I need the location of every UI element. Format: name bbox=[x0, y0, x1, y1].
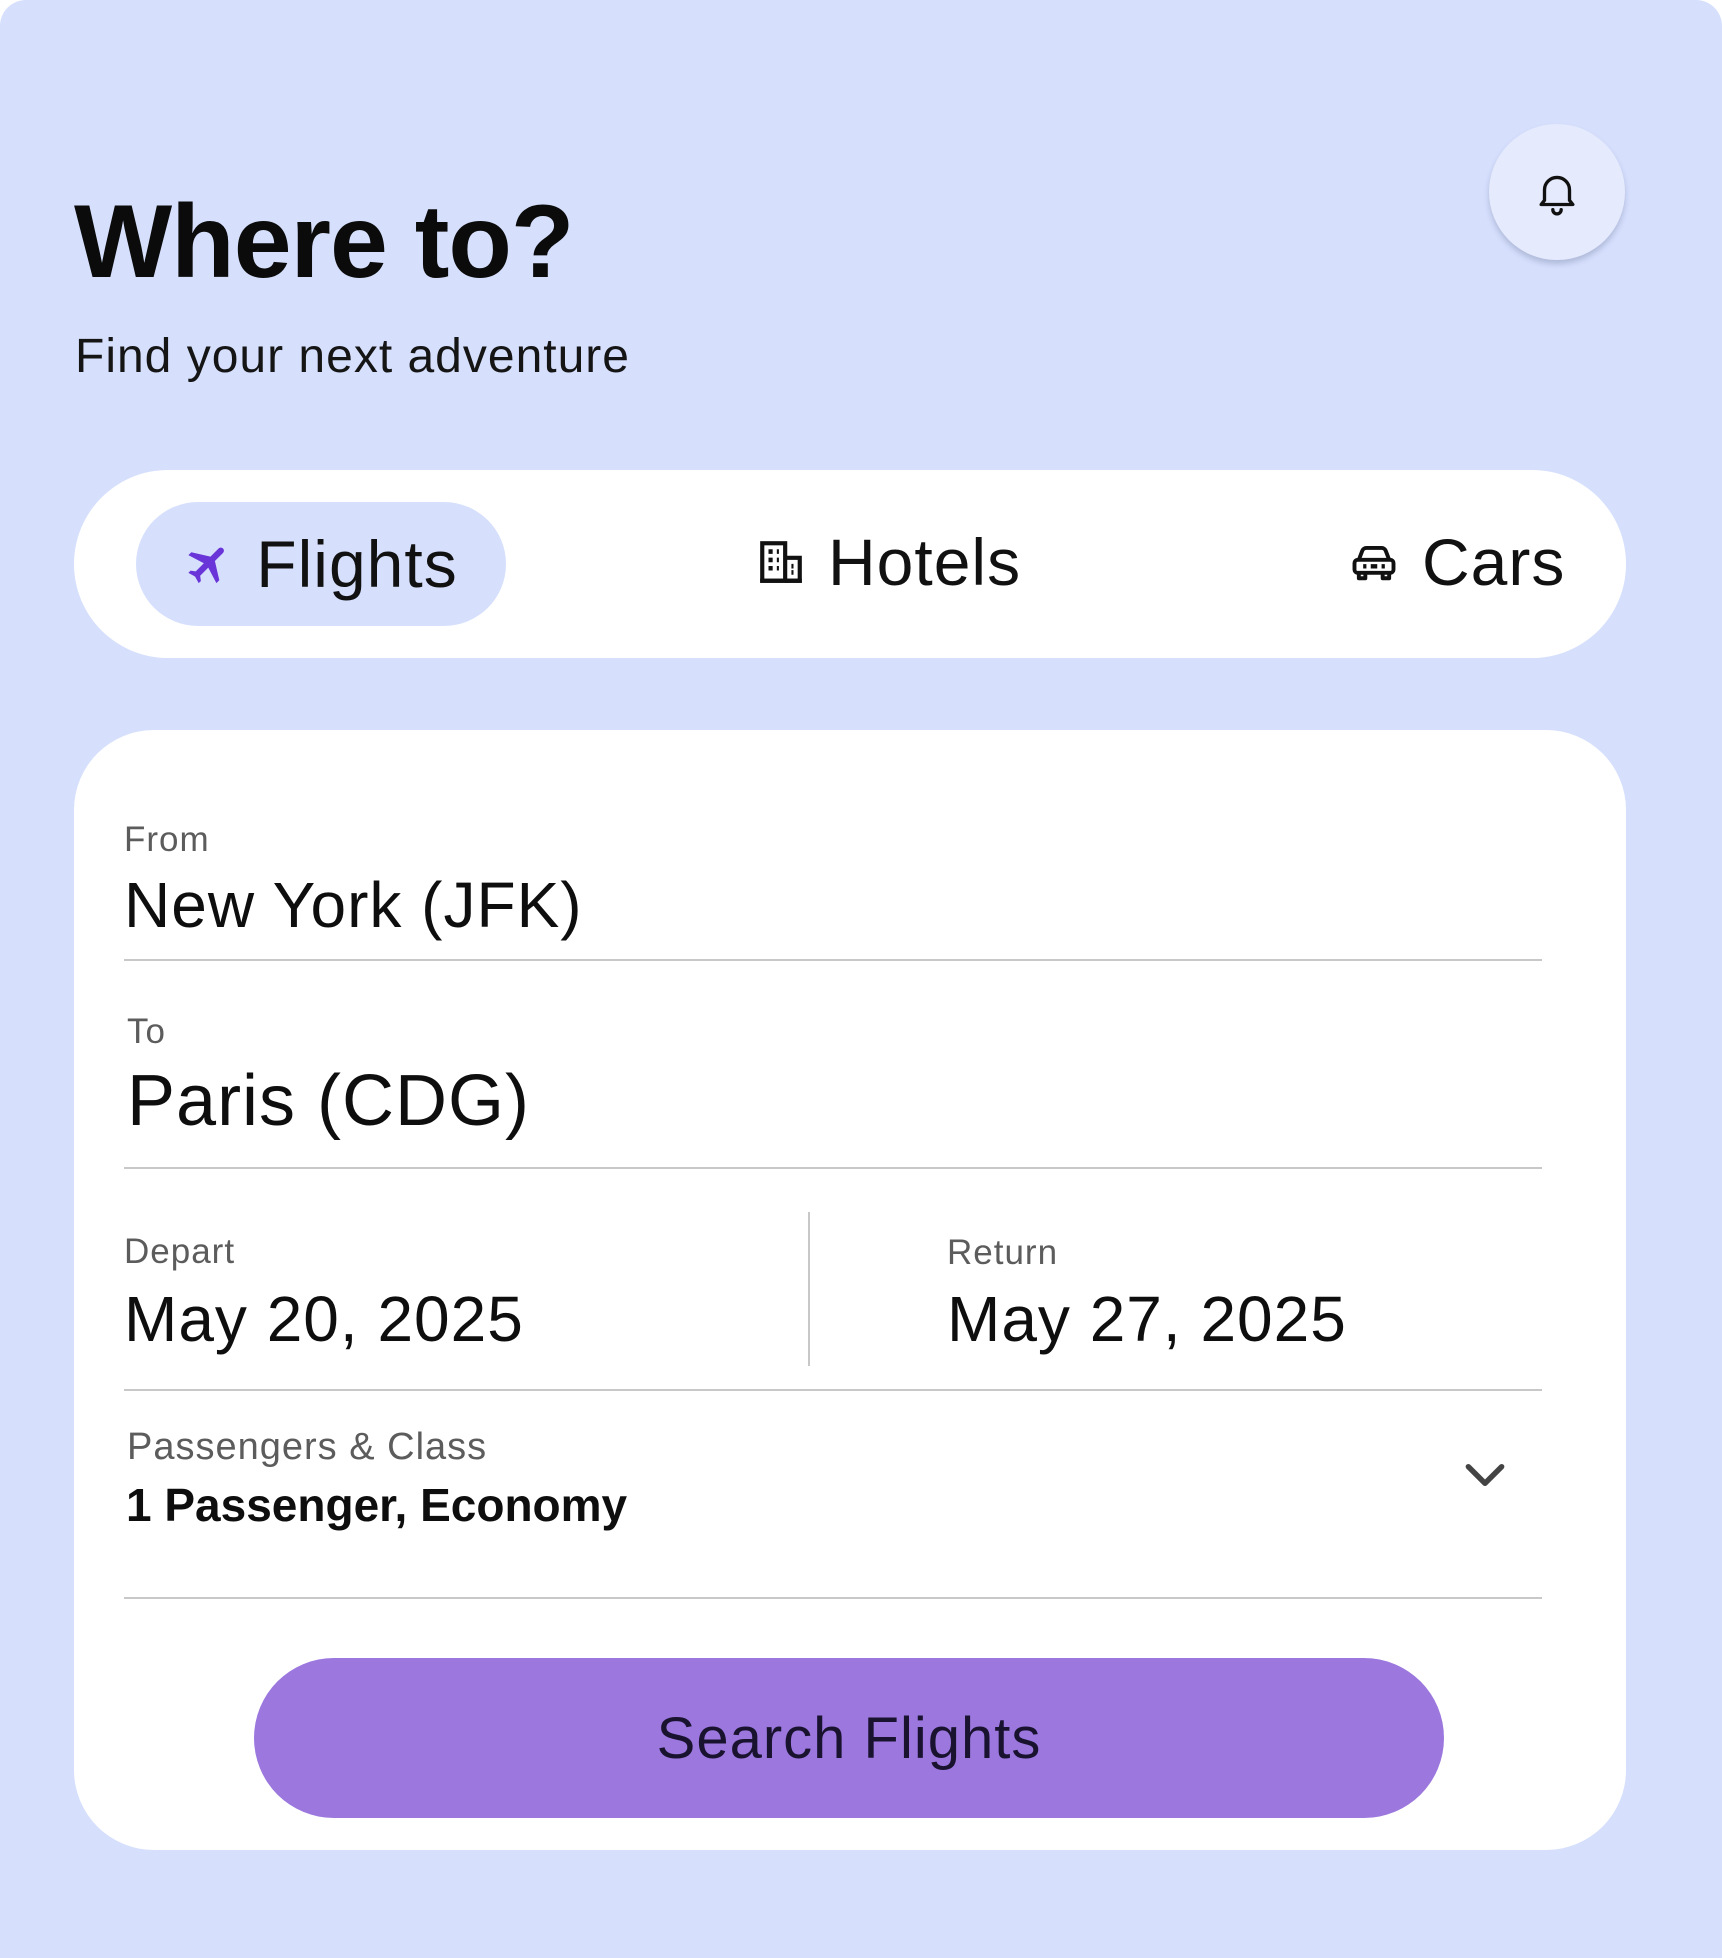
divider bbox=[124, 1597, 1542, 1599]
notifications-button[interactable] bbox=[1489, 124, 1625, 260]
passengers-value[interactable]: 1 Passenger, Economy bbox=[126, 1478, 627, 1532]
flight-search-form: From New York (JFK) To Paris (CDG) Depar… bbox=[74, 730, 1626, 1850]
to-value[interactable]: Paris (CDG) bbox=[127, 1060, 530, 1142]
divider bbox=[124, 1389, 1542, 1391]
plane-icon bbox=[184, 539, 234, 589]
return-label: Return bbox=[947, 1233, 1059, 1272]
depart-label: Depart bbox=[124, 1232, 236, 1271]
divider bbox=[124, 1167, 1542, 1169]
tab-cars[interactable]: Cars bbox=[1348, 500, 1565, 624]
category-tabs: Flights Hotels Cars bbox=[74, 470, 1626, 658]
bell-icon bbox=[1539, 175, 1575, 216]
building-icon bbox=[756, 537, 806, 587]
from-value[interactable]: New York (JFK) bbox=[124, 868, 583, 942]
chevron-down-icon[interactable] bbox=[1460, 1450, 1510, 1500]
car-icon bbox=[1348, 536, 1400, 588]
tab-hotels-label: Hotels bbox=[828, 525, 1022, 599]
return-value[interactable]: May 27, 2025 bbox=[947, 1282, 1347, 1356]
passengers-label: Passengers & Class bbox=[127, 1426, 488, 1468]
divider bbox=[124, 959, 1542, 961]
page-title: Where to? bbox=[74, 184, 574, 300]
to-label: To bbox=[127, 1012, 166, 1051]
tab-flights-label: Flights bbox=[256, 527, 458, 601]
tab-hotels[interactable]: Hotels bbox=[756, 500, 1021, 624]
search-flights-button[interactable]: Search Flights bbox=[254, 1658, 1444, 1818]
page-subtitle: Find your next adventure bbox=[75, 330, 630, 383]
date-divider bbox=[808, 1212, 810, 1366]
tab-cars-label: Cars bbox=[1422, 525, 1566, 599]
tab-flights[interactable]: Flights bbox=[136, 502, 506, 626]
app-screen: Where to? Find your next adventure Fligh… bbox=[0, 0, 1722, 1958]
depart-value[interactable]: May 20, 2025 bbox=[124, 1282, 524, 1356]
from-label: From bbox=[124, 820, 210, 859]
